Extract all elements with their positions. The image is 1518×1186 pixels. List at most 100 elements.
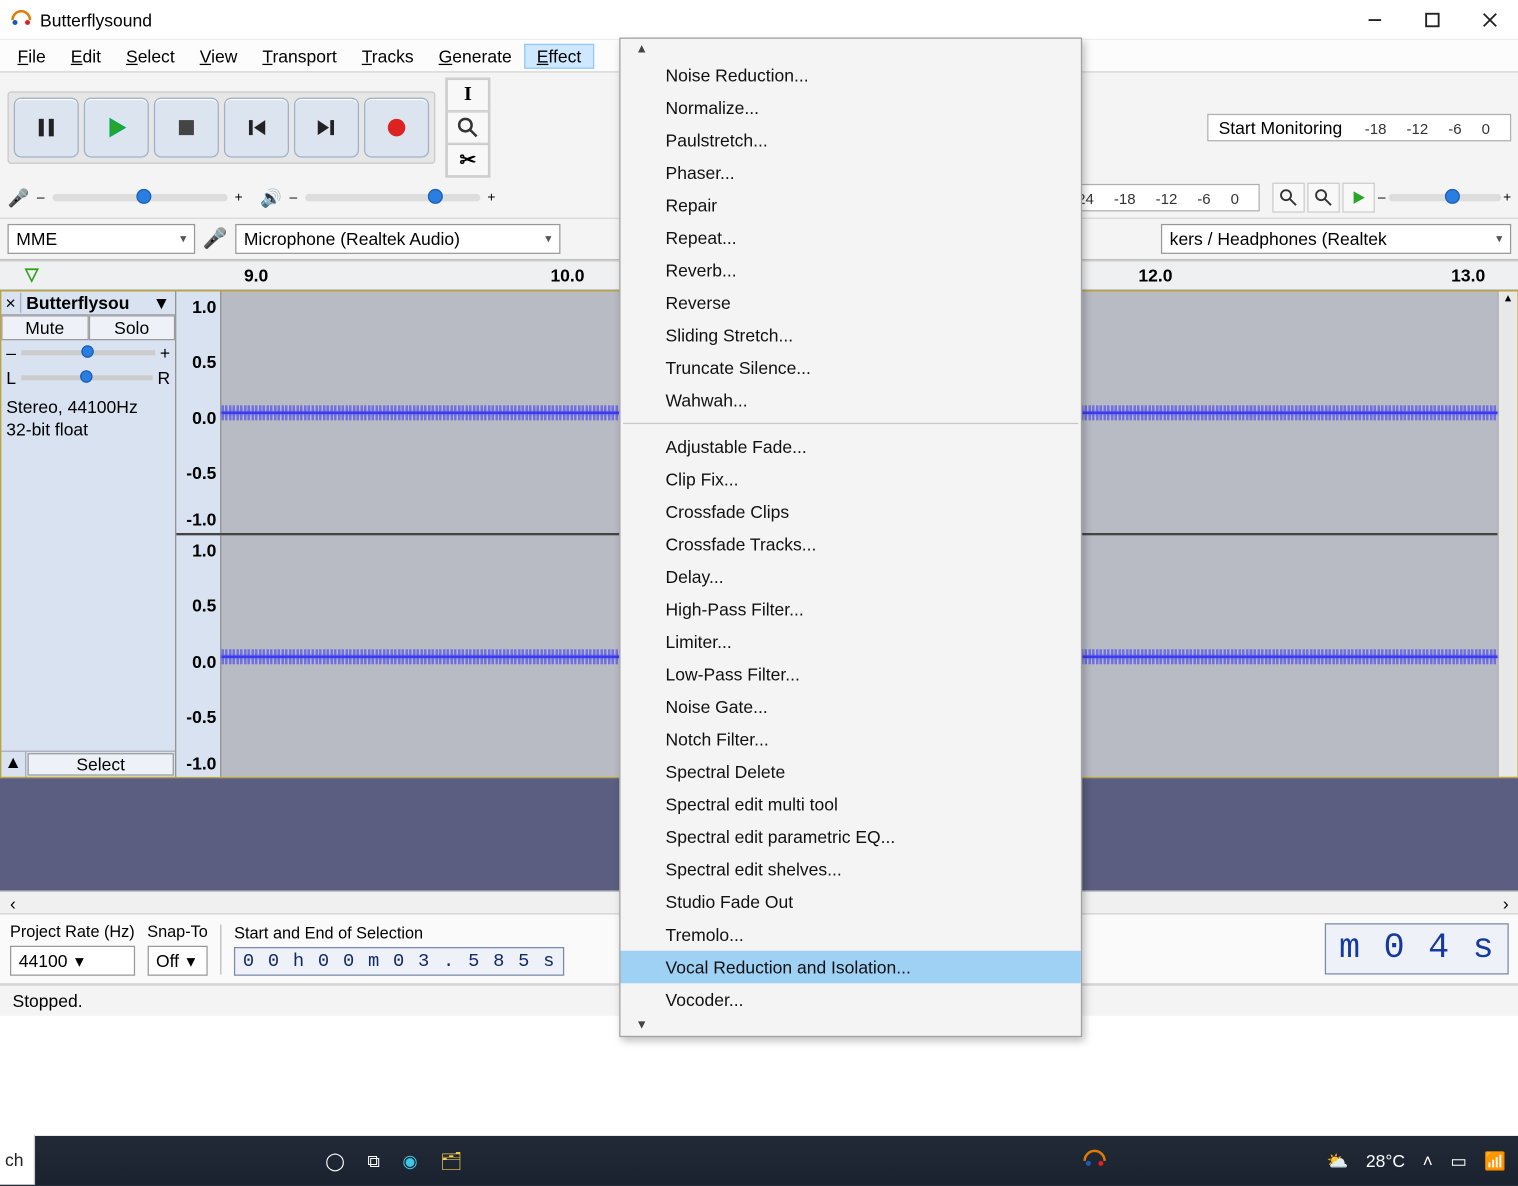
menu-scroll-down-icon[interactable]: ▼ [636, 1018, 648, 1032]
effect-item-limiter[interactable]: Limiter... [620, 626, 1080, 659]
effect-item-sliding-stretch[interactable]: Sliding Stretch... [620, 319, 1080, 352]
audio-host-combo[interactable]: MME▾ [8, 224, 196, 254]
menu-file[interactable]: File [5, 43, 58, 68]
cut-tool-icon[interactable]: ✂ [447, 144, 490, 177]
vertical-scrollbar[interactable]: ▴ [1497, 291, 1517, 776]
menu-scroll-up-icon[interactable]: ▲ [636, 43, 648, 57]
effect-item-low-pass-filter[interactable]: Low-Pass Filter... [620, 658, 1080, 691]
effect-item-normalize[interactable]: Normalize... [620, 91, 1080, 124]
menu-edit[interactable]: Edit [58, 43, 113, 68]
weather-icon[interactable]: ⛅ [1327, 1150, 1349, 1171]
weather-temp[interactable]: 28°C [1366, 1151, 1405, 1171]
play-button[interactable] [84, 98, 149, 158]
track-select-button[interactable]: Select [28, 753, 174, 776]
effect-item-studio-fade-out[interactable]: Studio Fade Out [620, 886, 1080, 919]
playback-device-combo[interactable]: kers / Headphones (Realtek▾ [1161, 224, 1511, 254]
play-at-speed-button[interactable] [1343, 183, 1376, 213]
effect-item-vocal-reduction-and-isolation[interactable]: Vocal Reduction and Isolation... [620, 951, 1080, 984]
playback-volume-slider[interactable] [305, 194, 480, 202]
playback-volume[interactable]: 🔊 – + [260, 187, 495, 208]
effect-item-reverb[interactable]: Reverb... [620, 254, 1080, 287]
effect-item-high-pass-filter[interactable]: High-Pass Filter... [620, 593, 1080, 626]
audio-position-timecode[interactable]: m 0 4 s [1325, 923, 1508, 974]
skip-start-button[interactable] [224, 98, 289, 158]
effect-item-spectral-edit-shelves[interactable]: Spectral edit shelves... [620, 853, 1080, 886]
effect-item-adjustable-fade[interactable]: Adjustable Fade... [620, 430, 1080, 463]
effect-item-clip-fix[interactable]: Clip Fix... [620, 463, 1080, 496]
menu-view[interactable]: View [187, 43, 250, 68]
tray-chevron-icon[interactable]: ˄ [1423, 1151, 1433, 1171]
record-button[interactable] [364, 98, 429, 158]
effect-item-wahwah[interactable]: Wahwah... [620, 384, 1080, 417]
mute-button[interactable]: Mute [1, 315, 88, 340]
effect-item-tremolo[interactable]: Tremolo... [620, 918, 1080, 951]
track-name[interactable]: Butterflysou [21, 291, 148, 314]
gain-slider[interactable] [21, 350, 155, 355]
audacity-taskbar-icon[interactable] [1082, 1148, 1107, 1173]
timeline-tick: 12.0 [1138, 265, 1172, 285]
close-button[interactable] [1461, 0, 1518, 40]
effect-item-vocoder[interactable]: Vocoder... [620, 983, 1080, 1016]
track-close-button[interactable]: × [1, 293, 21, 313]
play-speed-slider[interactable] [1388, 194, 1501, 202]
play-cursor-icon: ▽ [25, 264, 38, 285]
menu-separator [623, 423, 1078, 424]
effect-item-notch-filter[interactable]: Notch Filter... [620, 723, 1080, 756]
record-volume-slider[interactable] [52, 194, 227, 202]
amplitude-scale: 1.00.50.0-0.5-1.0 [176, 291, 221, 532]
menu-tracks[interactable]: Tracks [349, 43, 426, 68]
track-format: Stereo, 44100Hz [6, 395, 170, 418]
effect-item-spectral-delete[interactable]: Spectral Delete [620, 756, 1080, 789]
project-rate-combo[interactable]: 44100▾ [10, 946, 135, 976]
record-meter[interactable]: Start Monitoring -18-12-60 [1207, 114, 1511, 142]
record-device-combo[interactable]: Microphone (Realtek Audio)▾ [235, 224, 560, 254]
effect-item-spectral-edit-multi-tool[interactable]: Spectral edit multi tool [620, 788, 1080, 821]
timeline-tick: 13.0 [1451, 265, 1485, 285]
skip-end-button[interactable] [294, 98, 359, 158]
effect-item-crossfade-clips[interactable]: Crossfade Clips [620, 495, 1080, 528]
menu-transport[interactable]: Transport [250, 43, 349, 68]
stop-button[interactable] [154, 98, 219, 158]
effect-item-reverse[interactable]: Reverse [620, 286, 1080, 319]
effect-item-phaser[interactable]: Phaser... [620, 156, 1080, 189]
task-view-icon[interactable]: ⧉ [367, 1150, 380, 1171]
cortana-icon[interactable]: ◯ [325, 1150, 345, 1171]
effect-item-crossfade-tracks[interactable]: Crossfade Tracks... [620, 528, 1080, 561]
effect-item-noise-gate[interactable]: Noise Gate... [620, 691, 1080, 724]
effect-item-paulstretch[interactable]: Paulstretch... [620, 124, 1080, 157]
record-volume[interactable]: 🎤 – + [8, 187, 243, 208]
snap-to-value: Off [156, 951, 179, 971]
selection-tool-icon[interactable]: I [447, 79, 490, 112]
project-rate-value: 44100 [19, 951, 68, 971]
track-menu-chevron-icon[interactable]: ▼ [148, 293, 175, 313]
zoom-fit-icon[interactable] [1273, 183, 1306, 213]
maximize-button[interactable] [1404, 0, 1462, 40]
tools-toolbar: I ✂ [445, 78, 490, 178]
pan-l: L [6, 368, 16, 388]
start-monitoring-label[interactable]: Start Monitoring [1219, 118, 1343, 138]
zoom-sel-icon[interactable] [1308, 183, 1341, 213]
selection-start-timecode[interactable]: 0 0 h 0 0 m 0 3 . 5 8 5 s [234, 946, 564, 975]
effect-item-truncate-silence[interactable]: Truncate Silence... [620, 352, 1080, 385]
project-rate-label: Project Rate (Hz) [10, 922, 135, 941]
effect-item-noise-reduction[interactable]: Noise Reduction... [620, 59, 1080, 92]
menu-select[interactable]: Select [113, 43, 187, 68]
search-fragment[interactable]: ch [0, 1135, 35, 1185]
effect-item-spectral-edit-parametric-eq[interactable]: Spectral edit parametric EQ... [620, 821, 1080, 854]
effect-item-delay[interactable]: Delay... [620, 560, 1080, 593]
pan-slider[interactable] [21, 375, 152, 380]
explorer-icon[interactable]: 🗂 [440, 1150, 462, 1171]
effect-item-repair[interactable]: Repair [620, 189, 1080, 222]
battery-icon[interactable]: ▭ [1450, 1150, 1467, 1171]
effect-item-repeat[interactable]: Repeat... [620, 221, 1080, 254]
wifi-icon[interactable]: 📶 [1484, 1150, 1506, 1171]
minimize-button[interactable] [1346, 0, 1404, 40]
zoom-tool-icon[interactable] [447, 111, 490, 144]
snap-to-combo[interactable]: Off▾ [147, 946, 208, 976]
menu-generate[interactable]: Generate [426, 43, 524, 68]
edge-icon[interactable]: ◉ [402, 1150, 417, 1171]
menu-effect[interactable]: Effect [524, 43, 593, 68]
pause-button[interactable] [14, 98, 79, 158]
track-collapse-icon[interactable]: ▲ [1, 752, 26, 777]
solo-button[interactable]: Solo [88, 315, 175, 340]
